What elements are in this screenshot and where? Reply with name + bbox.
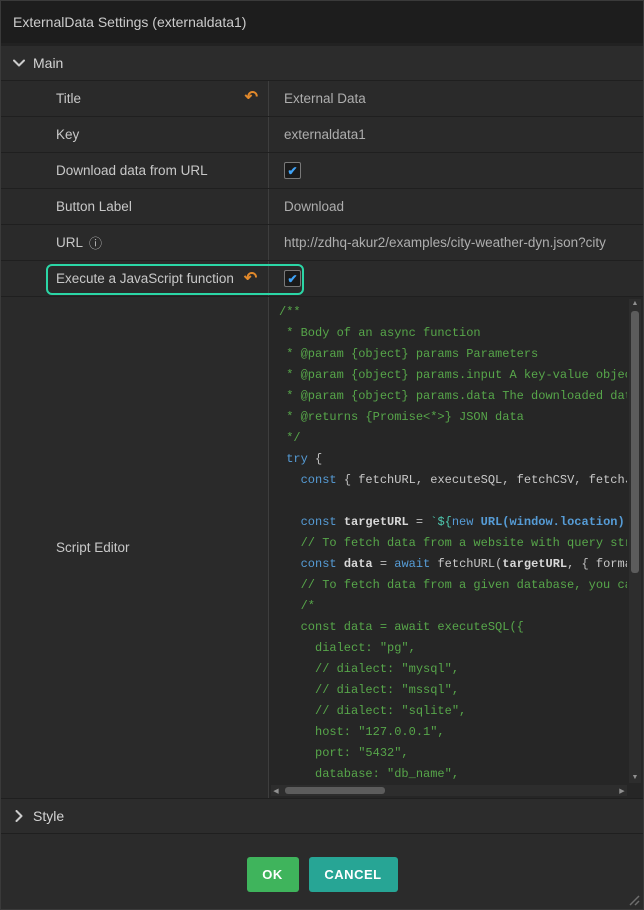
script-editor-label: Script Editor (56, 540, 130, 555)
row-button-label: Button Label Download (1, 189, 643, 225)
download-label: Download data from URL (56, 163, 208, 178)
chevron-down-icon (11, 55, 27, 71)
script-editor-label-cell: Script Editor (1, 297, 269, 798)
section-header-style[interactable]: Style (1, 799, 643, 834)
info-icon[interactable]: ⓘ (89, 233, 102, 252)
row-key: Key externaldata1 (1, 117, 643, 153)
download-checkbox[interactable]: ✔ (284, 162, 301, 179)
title-value: External Data (284, 91, 366, 106)
scroll-down-icon[interactable]: ▼ (632, 773, 639, 783)
download-value-cell: ✔ (269, 153, 643, 188)
cancel-button[interactable]: CANCEL (309, 857, 398, 892)
undo-icon[interactable]: ↶ (245, 90, 258, 106)
title-label-cell: Title ↶ (1, 81, 269, 116)
key-value: externaldata1 (284, 127, 366, 142)
vertical-scrollbar[interactable]: ▲ ▼ (629, 299, 641, 783)
download-label-cell: Download data from URL (1, 153, 269, 188)
code-lines[interactable]: /** * Body of an async function * @param… (269, 297, 627, 785)
row-download-data: Download data from URL ✔ (1, 153, 643, 189)
execute-js-checkbox[interactable]: ✔ (284, 270, 301, 287)
key-input[interactable]: externaldata1 (269, 117, 643, 152)
dialog-title: ExternalData Settings (externaldata1) (13, 14, 246, 30)
button-label-cell: Button Label (1, 189, 269, 224)
url-label-cell: URL ⓘ (1, 225, 269, 260)
section-label-style: Style (33, 808, 64, 824)
title-input[interactable]: External Data (269, 81, 643, 116)
undo-icon[interactable]: ↶ (244, 271, 257, 287)
url-label: URL (56, 235, 83, 250)
execute-js-label: Execute a JavaScript function (56, 271, 234, 286)
button-label-value: Download (284, 199, 344, 214)
scroll-left-icon[interactable]: ◀ (271, 787, 281, 795)
button-label-label: Button Label (56, 199, 132, 214)
dialog-titlebar: ExternalData Settings (externaldata1) (1, 1, 643, 43)
row-title: Title ↶ External Data (1, 81, 643, 117)
externaldata-settings-dialog: ExternalData Settings (externaldata1) Ma… (0, 0, 644, 910)
title-label: Title (56, 91, 81, 106)
url-value: http://zdhq-akur2/examples/city-weather-… (284, 235, 606, 250)
scroll-up-icon[interactable]: ▲ (632, 299, 639, 309)
resize-handle-icon[interactable] (626, 892, 640, 906)
ok-button[interactable]: OK (247, 857, 299, 892)
horizontal-scrollbar-thumb[interactable] (285, 787, 385, 794)
dialog-footer: OK CANCEL (1, 834, 643, 910)
section-label-main: Main (33, 55, 63, 71)
execute-js-value-cell: ✔ (269, 261, 643, 296)
section-header-main[interactable]: Main (1, 46, 643, 81)
key-label: Key (56, 127, 79, 142)
script-editor[interactable]: /** * Body of an async function * @param… (269, 297, 643, 798)
row-url: URL ⓘ http://zdhq-akur2/examples/city-we… (1, 225, 643, 261)
horizontal-scrollbar[interactable]: ◀ ▶ (271, 785, 627, 796)
url-input[interactable]: http://zdhq-akur2/examples/city-weather-… (269, 225, 643, 260)
scroll-right-icon[interactable]: ▶ (617, 787, 627, 795)
row-script-editor: Script Editor /** * Body of an async fun… (1, 297, 643, 799)
key-label-cell: Key (1, 117, 269, 152)
chevron-right-icon (11, 808, 27, 824)
button-label-input[interactable]: Download (269, 189, 643, 224)
row-execute-js: Execute a JavaScript function ↶ ✔ (1, 261, 643, 297)
execute-js-label-cell: Execute a JavaScript function ↶ (1, 261, 269, 296)
vertical-scrollbar-thumb[interactable] (631, 311, 639, 573)
